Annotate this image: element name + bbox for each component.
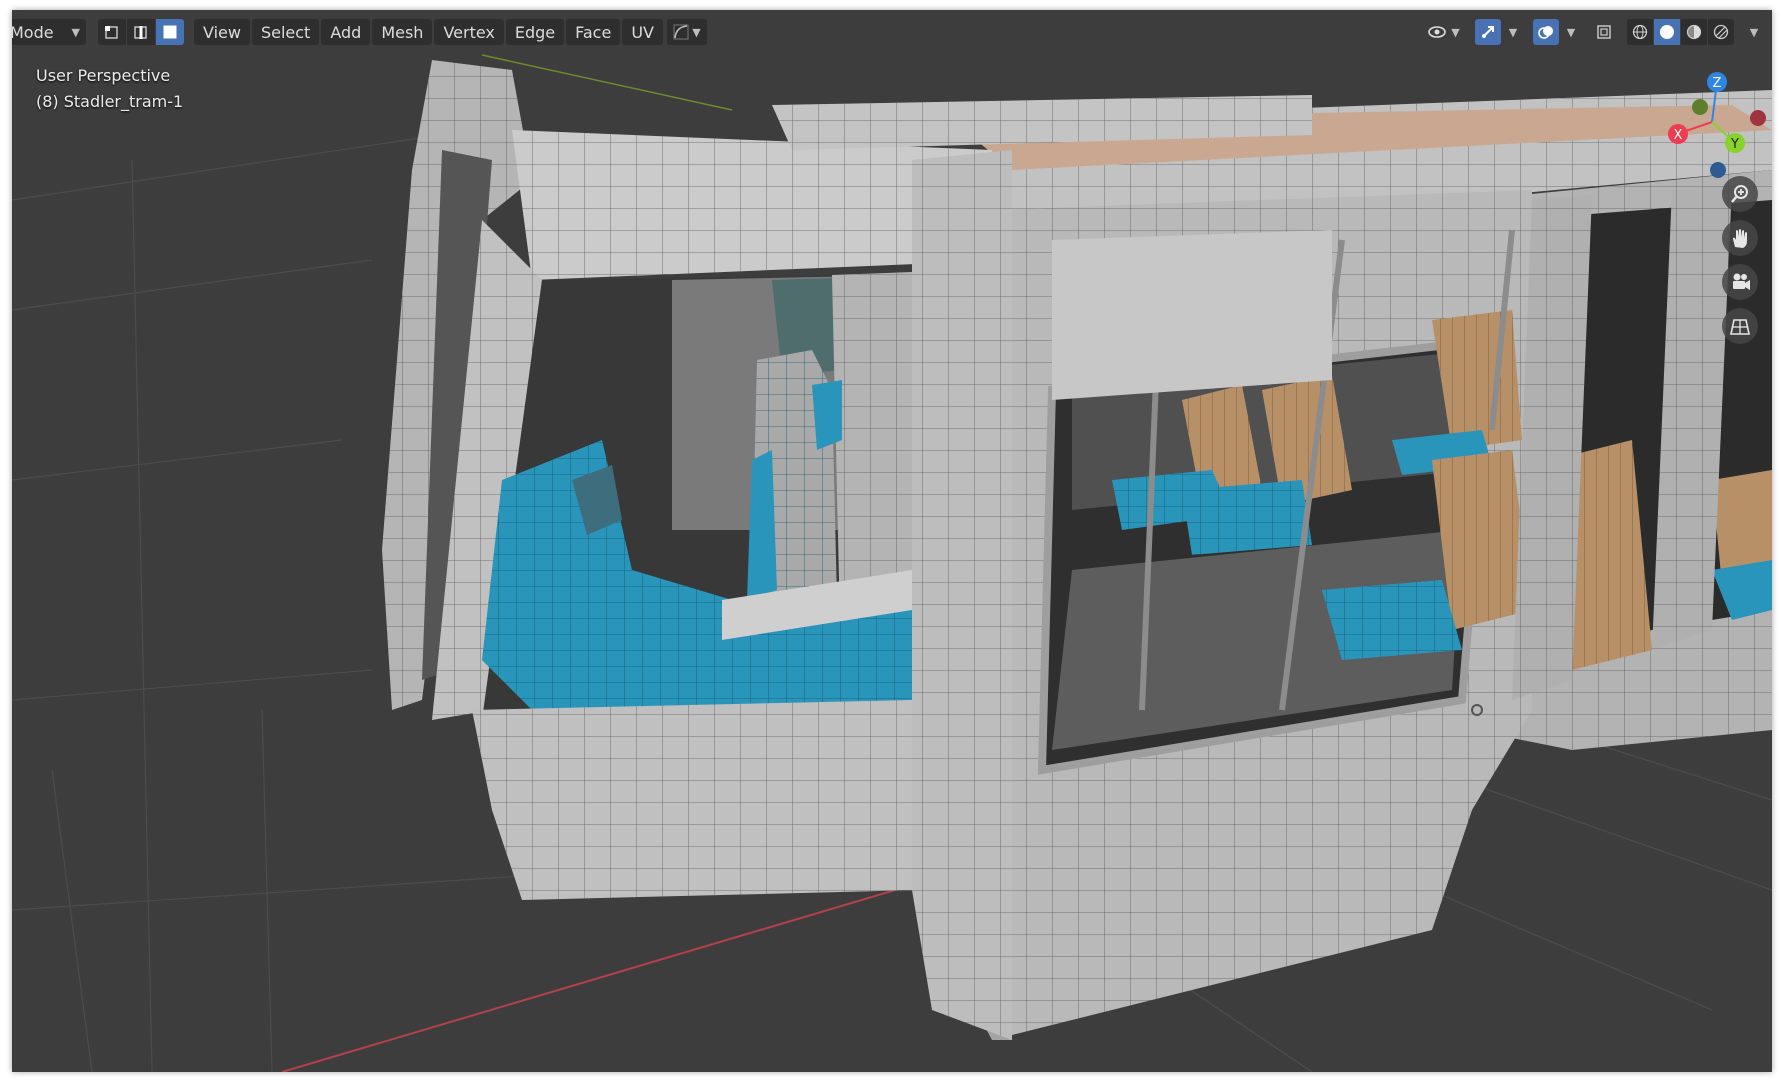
gizmo-x-label: X xyxy=(1674,128,1683,143)
shading-mode-group xyxy=(1627,19,1734,45)
pan-hand-icon xyxy=(1733,229,1747,248)
shading-options-dropdown[interactable]: ▼ xyxy=(1744,19,1764,45)
viewport-header: Mode ▼ View Select Add Mesh Vertex Edge … xyxy=(12,10,1772,54)
x-axis-line xyxy=(281,884,913,1072)
mode-dropdown[interactable]: Mode ▼ xyxy=(12,19,86,45)
rendered-shading-icon xyxy=(1713,24,1729,40)
proportional-falloff-icon xyxy=(673,24,689,40)
material-shading-icon xyxy=(1686,24,1702,40)
gizmo-neg-x-dot[interactable] xyxy=(1750,110,1766,126)
chevron-down-icon: ▼ xyxy=(1566,25,1576,39)
gizmo-toggle-button[interactable] xyxy=(1475,19,1501,45)
mode-label: Mode xyxy=(12,22,54,42)
gizmo-options-dropdown[interactable]: ▼ xyxy=(1503,19,1523,45)
menu-vertex[interactable]: Vertex xyxy=(434,19,504,45)
chevron-down-icon: ▼ xyxy=(1508,25,1518,39)
overlay-options-dropdown[interactable]: ▼ xyxy=(1561,19,1581,45)
object-info-label: (8) Stadler_tram-1 xyxy=(36,92,184,111)
gizmo-icon xyxy=(1482,26,1494,38)
menu-face[interactable]: Face xyxy=(566,19,621,45)
camera-view-button[interactable] xyxy=(1722,264,1758,300)
pan-button[interactable] xyxy=(1722,220,1758,256)
solid-shading-button[interactable] xyxy=(1654,19,1680,45)
face-select-button[interactable] xyxy=(156,19,184,45)
xray-toggle-button[interactable] xyxy=(1591,19,1617,45)
menu-mesh[interactable]: Mesh xyxy=(372,19,433,45)
xray-icon xyxy=(1597,25,1611,39)
header-right-controls: ▼ ▼ ▼ ▼ xyxy=(1423,19,1764,45)
chevron-down-icon: ▼ xyxy=(71,25,80,39)
chevron-down-icon: ▼ xyxy=(692,25,701,39)
proportional-edit-dropdown[interactable]: ▼ xyxy=(666,19,707,45)
chevron-down-icon: ▼ xyxy=(1451,25,1460,39)
visibility-icon xyxy=(1428,26,1447,38)
vertex-select-icon xyxy=(105,26,118,39)
menu-view[interactable]: View xyxy=(194,19,250,45)
menu-bar: View Select Add Mesh Vertex Edge Face UV xyxy=(194,19,663,45)
ortho-grid-icon xyxy=(1730,319,1750,335)
chevron-down-icon: ▼ xyxy=(1749,25,1759,39)
zoom-button[interactable] xyxy=(1722,176,1758,212)
camera-icon xyxy=(1733,273,1750,290)
material-shading-button[interactable] xyxy=(1681,19,1707,45)
gizmo-neg-y-dot[interactable] xyxy=(1692,99,1708,115)
overlay-toggle-button[interactable] xyxy=(1533,19,1559,45)
menu-add[interactable]: Add xyxy=(321,19,371,45)
gizmo-y-label: Y xyxy=(1730,137,1739,152)
wireframe-shading-icon xyxy=(1632,24,1648,40)
visibility-dropdown[interactable]: ▼ xyxy=(1423,19,1465,45)
gizmo-neg-z-dot[interactable] xyxy=(1710,162,1726,178)
vertex-select-button[interactable] xyxy=(98,19,126,45)
rendered-shading-button[interactable] xyxy=(1708,19,1734,45)
zoom-icon xyxy=(1731,185,1748,203)
y-axis-line xyxy=(481,54,733,111)
edge-select-icon xyxy=(134,26,147,39)
blender-window: Z X Y User Perspective (8) Stadler_tram-… xyxy=(12,10,1772,1072)
edge-select-button[interactable] xyxy=(127,19,155,45)
ortho-toggle-button[interactable] xyxy=(1722,308,1758,344)
view-name-label: User Perspective xyxy=(36,66,171,85)
face-select-icon xyxy=(163,25,177,39)
wireframe-shading-button[interactable] xyxy=(1627,19,1653,45)
menu-select[interactable]: Select xyxy=(251,19,320,45)
3d-viewport[interactable]: Z X Y xyxy=(12,10,1772,1072)
gizmo-z-label: Z xyxy=(1713,76,1722,91)
select-mode-group xyxy=(98,19,184,45)
solid-shading-icon xyxy=(1660,25,1674,39)
menu-edge[interactable]: Edge xyxy=(505,19,565,45)
overlay-icon xyxy=(1538,26,1553,39)
menu-uv[interactable]: UV xyxy=(622,19,663,45)
